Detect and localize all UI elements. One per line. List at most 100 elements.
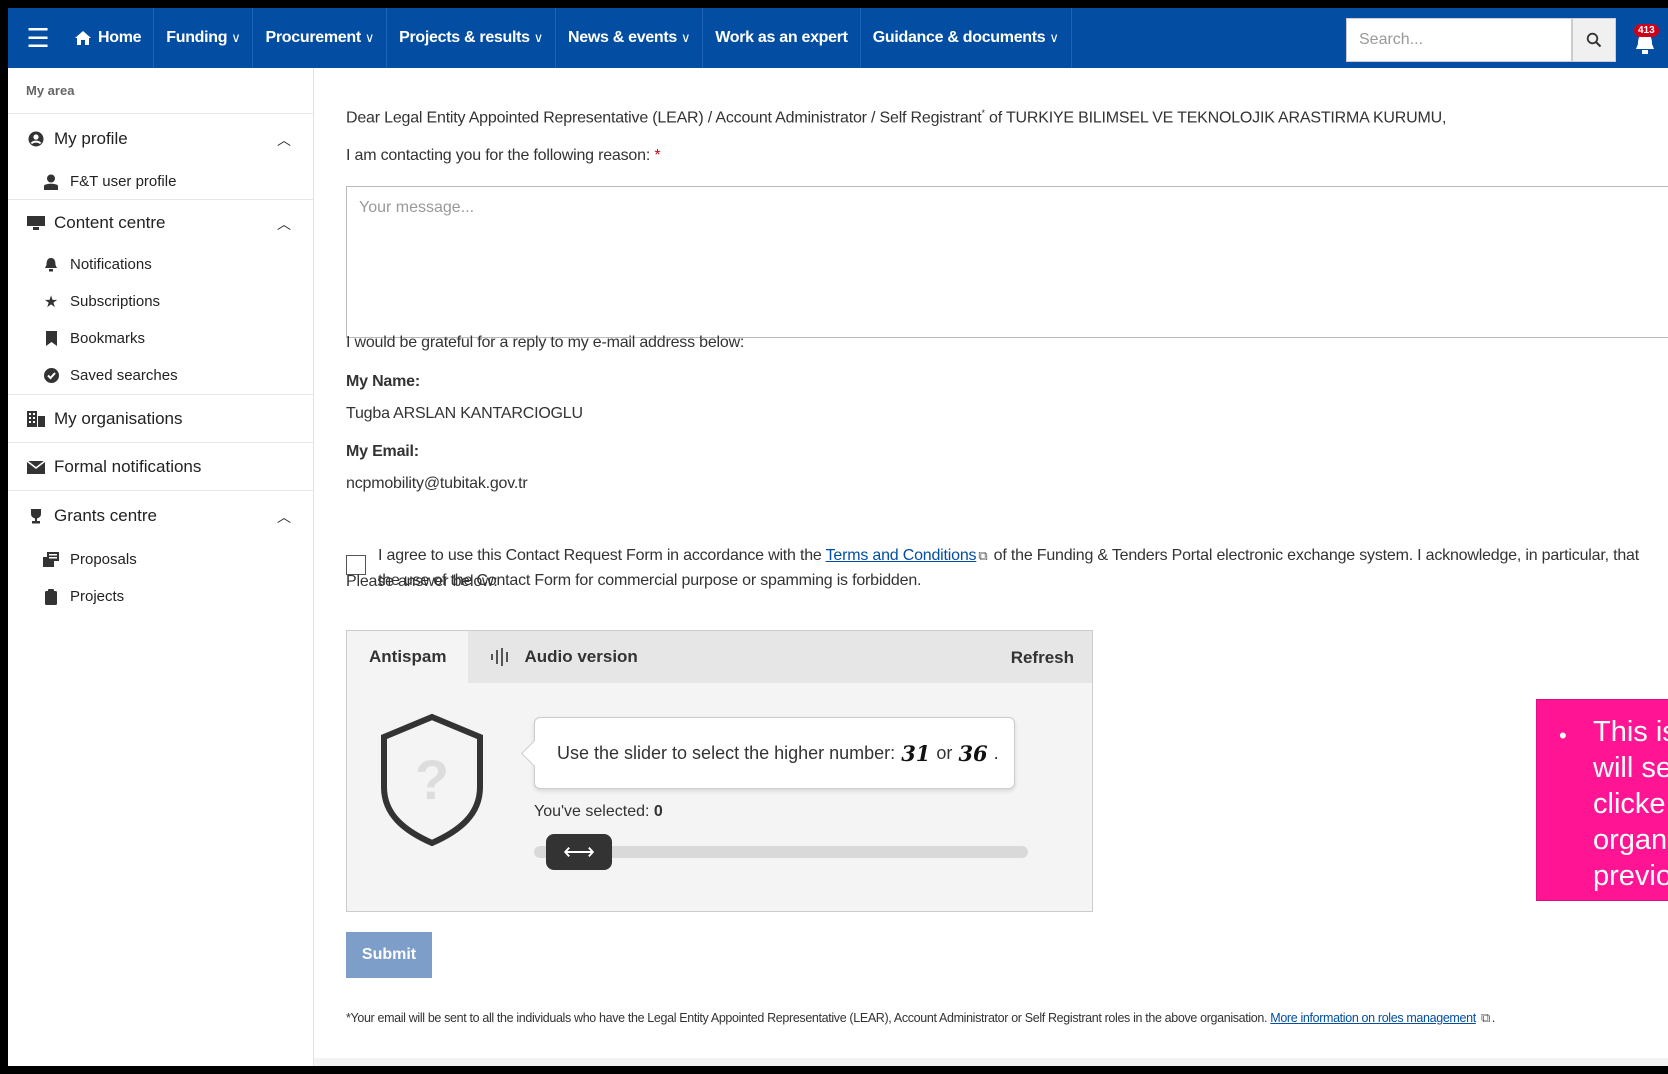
menu-icon[interactable]: ☰ bbox=[8, 8, 68, 68]
nav-funding[interactable]: Funding ∨ bbox=[153, 8, 252, 68]
agree-terms: I agree to use this Contact Request Form… bbox=[346, 543, 1646, 593]
chevron-up-icon[interactable]: ︿ bbox=[277, 507, 291, 527]
name-value: Tugba ARSLAN KANTARCIOGLU bbox=[346, 405, 583, 422]
notification-count-badge: 413 bbox=[1634, 24, 1659, 37]
sidebar-content-centre[interactable]: Content centre ︿ bbox=[8, 200, 313, 246]
svg-text:?: ? bbox=[415, 748, 449, 811]
agree-checkbox[interactable] bbox=[346, 555, 366, 575]
nav-news-events[interactable]: News & events ∨ bbox=[554, 8, 702, 68]
name-label: My Name: bbox=[346, 373, 420, 390]
sidebar-formal-notifications[interactable]: Formal notifications bbox=[8, 443, 313, 491]
captcha-instruction-text: Use the slider to select the higher numb… bbox=[557, 742, 896, 763]
selected-value: 0 bbox=[653, 803, 663, 820]
search-icon bbox=[1586, 32, 1602, 48]
chevron-down-icon: ∨ bbox=[1049, 30, 1059, 45]
callout-bullet: • bbox=[1559, 723, 1567, 748]
answer-label: Please answer below: bbox=[346, 573, 498, 590]
callout-line: This is bbox=[1593, 716, 1668, 748]
chevron-down-icon: ∨ bbox=[231, 30, 241, 45]
captcha-instruction: Use the slider to select the higher numb… bbox=[534, 717, 1015, 789]
notifications-bell[interactable]: 413 bbox=[1630, 24, 1660, 60]
sidebar-grants-centre[interactable]: Grants centre ︿ bbox=[8, 491, 313, 541]
sidebar-grants-centre-label: Grants centre bbox=[54, 506, 157, 525]
sidebar-my-profile-label: My profile bbox=[54, 129, 128, 148]
nav-home[interactable]: Home bbox=[68, 8, 153, 68]
search-input[interactable]: Search... bbox=[1346, 18, 1572, 62]
user-icon bbox=[42, 174, 60, 190]
nav-procurement[interactable]: Procurement ∨ bbox=[252, 8, 386, 68]
audio-waveform-icon bbox=[491, 648, 509, 666]
chevron-down-icon: ∨ bbox=[533, 30, 544, 45]
callout-line: will se bbox=[1593, 752, 1668, 784]
sidebar-projects-label: Projects bbox=[70, 588, 125, 605]
arrows-horizontal-icon: ⟷ bbox=[563, 839, 595, 864]
agree-text: I agree to use this Contact Request Form… bbox=[378, 543, 1646, 593]
terms-link[interactable]: Terms and Conditions bbox=[826, 547, 977, 564]
footnote-period: . bbox=[1491, 1011, 1496, 1025]
monitor-icon bbox=[26, 216, 46, 230]
greeting-text: Dear Legal Entity Appointed Representati… bbox=[346, 108, 1446, 127]
nav-guidance-documents[interactable]: Guidance & documents ∨ bbox=[859, 8, 1072, 68]
sidebar-projects[interactable]: Projects bbox=[8, 578, 313, 615]
sidebar-ft-user-profile[interactable]: F&T user profile bbox=[8, 164, 313, 200]
callout-line: organ bbox=[1593, 824, 1668, 856]
search-button[interactable] bbox=[1572, 18, 1616, 62]
refresh-button[interactable]: Refresh bbox=[1011, 648, 1074, 668]
message-textarea[interactable] bbox=[346, 186, 1668, 338]
roles-management-link[interactable]: More information on roles management bbox=[1270, 1011, 1476, 1025]
callout-line: clicke bbox=[1593, 788, 1666, 820]
sidebar-header: My area bbox=[8, 68, 313, 114]
footnote-text: *Your email will be sent to all the indi… bbox=[346, 1011, 1271, 1025]
selected-value-text: You've selected: 0 bbox=[534, 803, 663, 821]
sidebar-saved-searches[interactable]: Saved searches bbox=[8, 357, 313, 395]
captcha-number-b: 36 bbox=[958, 740, 988, 766]
sidebar-proposals[interactable]: Proposals bbox=[8, 541, 313, 578]
reason-label: I am contacting you for the following re… bbox=[346, 147, 661, 165]
reason-label-text: I am contacting you for the following re… bbox=[346, 147, 651, 164]
nav-home-label: Home bbox=[98, 29, 142, 46]
sidebar-bookmarks[interactable]: Bookmarks bbox=[8, 320, 313, 357]
nav-projects-label: Projects & results bbox=[399, 29, 530, 46]
sidebar-saved-searches-label: Saved searches bbox=[70, 367, 178, 384]
slider-handle[interactable]: ⟷ bbox=[546, 834, 612, 870]
tab-audio-label: Audio version bbox=[524, 647, 638, 666]
sidebar-content-centre-label: Content centre bbox=[54, 213, 166, 232]
greeting-part-b: of TURKIYE BILIMSEL VE TEKNOLOJIK ARASTI… bbox=[984, 109, 1447, 127]
clipboard-icon bbox=[42, 588, 60, 605]
captcha-period: . bbox=[993, 742, 999, 763]
sidebar-my-profile[interactable]: My profile ︿ bbox=[8, 114, 313, 164]
trophy-icon bbox=[26, 508, 46, 524]
selected-label: You've selected: bbox=[534, 803, 650, 820]
star-icon: ★ bbox=[43, 293, 59, 311]
sidebar-notifications[interactable]: Notifications bbox=[8, 246, 313, 283]
required-mark: * bbox=[654, 147, 661, 164]
submit-button[interactable]: Submit bbox=[346, 932, 432, 978]
sidebar-ft-user-profile-label: F&T user profile bbox=[70, 173, 177, 190]
antispam-tabs: Antispam Audio version Refresh bbox=[347, 631, 1092, 683]
tab-audio-version[interactable]: Audio version bbox=[468, 631, 659, 683]
sidebar: My area My profile ︿ F&T user profile Co… bbox=[8, 68, 314, 1066]
tab-antispam[interactable]: Antispam bbox=[347, 631, 469, 683]
user-circle-icon bbox=[26, 131, 46, 147]
nav-work-as-expert[interactable]: Work as an expert bbox=[702, 8, 859, 68]
sidebar-my-organisations[interactable]: My organisations bbox=[8, 395, 313, 443]
bell-icon bbox=[42, 257, 60, 272]
nav-funding-label: Funding bbox=[166, 29, 228, 46]
chevron-up-icon[interactable]: ︿ bbox=[277, 130, 291, 150]
email-label: My Email: bbox=[346, 443, 419, 460]
page-bottom-bar bbox=[314, 1058, 1668, 1066]
nav-procurement-label: Procurement bbox=[265, 29, 361, 46]
nav-projects-results[interactable]: Projects & results ∨ bbox=[386, 8, 555, 68]
reply-text: I would be grateful for a reply to my e-… bbox=[346, 334, 745, 351]
nav-guidance-label: Guidance & documents bbox=[872, 29, 1046, 46]
chevron-up-icon[interactable]: ︿ bbox=[277, 214, 291, 234]
search-placeholder: Search... bbox=[1359, 31, 1424, 48]
sidebar-notifications-label: Notifications bbox=[70, 256, 152, 273]
sidebar-subscriptions[interactable]: ★ Subscriptions bbox=[8, 283, 313, 320]
external-link-icon: ⧉ bbox=[1480, 1010, 1490, 1025]
footnote: *Your email will be sent to all the indi… bbox=[346, 1010, 1495, 1026]
captcha-or: or bbox=[936, 742, 953, 763]
antispam-widget: Antispam Audio version Refresh ? Use the… bbox=[346, 630, 1093, 912]
building-icon bbox=[26, 410, 46, 427]
captcha-number-a: 31 bbox=[901, 740, 931, 766]
